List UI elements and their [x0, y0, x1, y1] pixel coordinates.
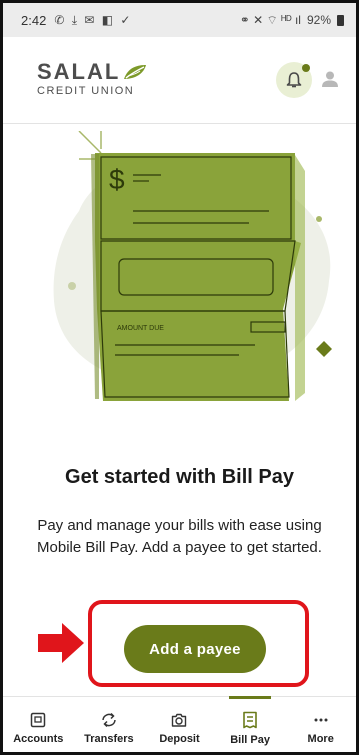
notification-dot: [302, 64, 310, 72]
page-title: Get started with Bill Pay: [65, 466, 294, 488]
signal-icons: ⚭ ✕ ⌔ ᴴᴰ ıl: [239, 12, 301, 27]
battery-icon: [337, 14, 344, 26]
logo-wordmark: SALAL: [37, 59, 121, 84]
status-bar: 2:42 ✆ ⤓ ✉ ◧ ✓ ⚭ ✕ ⌔ ᴴᴰ ıl 92%: [3, 3, 356, 37]
nav-item-bill-pay[interactable]: Bill Pay: [215, 696, 286, 752]
phone-screen: 2:42 ✆ ⤓ ✉ ◧ ✓ ⚭ ✕ ⌔ ᴴᴰ ıl 92% SALAL CRE…: [0, 0, 359, 755]
check-illustration: $ AMOUNT DUE: [53, 130, 332, 401]
bell-icon: [286, 72, 302, 88]
nav-label: Deposit: [159, 732, 200, 745]
nav-item-transfers[interactable]: Transfers: [74, 697, 145, 752]
nav-label: Bill Pay: [230, 733, 270, 746]
nav-label: More: [307, 732, 334, 745]
dollar-sign: $: [109, 164, 125, 195]
status-time: 2:42: [21, 12, 47, 28]
notification-icons: ✆ ⤓ ✉ ◧ ✓: [54, 12, 133, 27]
app-header: SALAL CREDIT UNION: [3, 37, 356, 124]
logo-subtitle: CREDIT UNION: [37, 85, 135, 97]
person-icon: [322, 71, 338, 87]
bill-pay-illustration: $ AMOUNT DUE: [39, 130, 339, 403]
status-indicators: ⚭ ✕ ⌔ ᴴᴰ ıl 92%: [240, 13, 344, 28]
transfers-icon: [102, 712, 116, 727]
leaf-icon: [124, 65, 147, 79]
more-icon: [314, 718, 328, 721]
accounts-icon: [31, 712, 46, 727]
red-arrow-annotation-icon: [38, 623, 84, 663]
nav-label: Transfers: [84, 732, 134, 745]
amount-due-label: AMOUNT DUE: [117, 325, 164, 332]
bottom-navigation: Accounts Transfers Deposit Bill Pay More: [3, 696, 356, 752]
page-description: Pay and manage your bills with ease usin…: [37, 517, 322, 556]
active-tab-indicator: [228, 696, 272, 699]
camera-icon: [172, 713, 187, 727]
bill-icon: [243, 711, 257, 728]
salal-logo: SALAL CREDIT UNION: [37, 61, 148, 97]
notifications-button[interactable]: [276, 62, 312, 98]
nav-label: Accounts: [13, 732, 64, 745]
add-payee-button[interactable]: Add a payee: [124, 625, 266, 673]
nav-item-deposit[interactable]: Deposit: [144, 697, 215, 752]
profile-button[interactable]: [321, 70, 339, 93]
nav-item-accounts[interactable]: Accounts: [3, 697, 74, 752]
battery-level: 92%: [306, 13, 331, 27]
nav-item-more[interactable]: More: [285, 697, 356, 752]
